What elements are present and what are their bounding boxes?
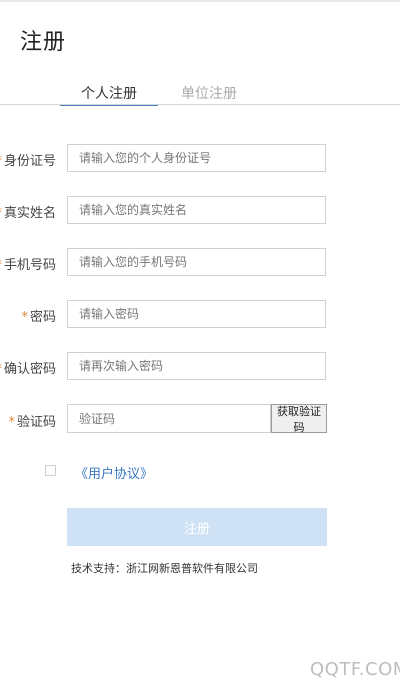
- tech-support-text: 技术支持：浙江网新恩普软件有限公司: [71, 562, 258, 575]
- required-mark: *: [0, 206, 2, 221]
- id-number-label: *身份证号: [0, 150, 56, 169]
- id-number-input[interactable]: [67, 144, 326, 172]
- required-mark: *: [0, 258, 2, 273]
- agreement-checkbox[interactable]: [45, 465, 56, 476]
- tab-organization-register[interactable]: 单位注册: [181, 83, 237, 103]
- page-title: 注册: [20, 30, 67, 55]
- password-label: * 密码: [21, 310, 56, 325]
- user-agreement-link[interactable]: 《用户协议》: [75, 463, 153, 482]
- top-divider: [0, 0, 400, 2]
- required-mark: *: [8, 415, 15, 430]
- required-mark: *: [0, 154, 2, 169]
- password-input[interactable]: [67, 300, 326, 328]
- required-mark: *: [0, 362, 2, 377]
- real-name-input[interactable]: [67, 196, 326, 224]
- get-verification-code-button[interactable]: 获取验证码: [271, 404, 327, 434]
- register-submit-button[interactable]: 注册: [67, 508, 327, 546]
- phone-label: *手机号码: [0, 254, 56, 273]
- confirm-password-input[interactable]: [67, 352, 326, 380]
- confirm-password-label: *确认密码: [0, 358, 56, 377]
- verification-code-label: * 验证码: [8, 415, 56, 430]
- tabs-divider: [0, 104, 400, 105]
- phone-input[interactable]: [67, 248, 326, 276]
- tab-personal-register[interactable]: 个人注册: [60, 83, 158, 106]
- watermark-logo: QQTF.COM: [310, 659, 400, 680]
- real-name-label: *真实姓名: [0, 202, 56, 221]
- required-mark: *: [21, 310, 28, 325]
- verification-code-input[interactable]: [67, 404, 271, 433]
